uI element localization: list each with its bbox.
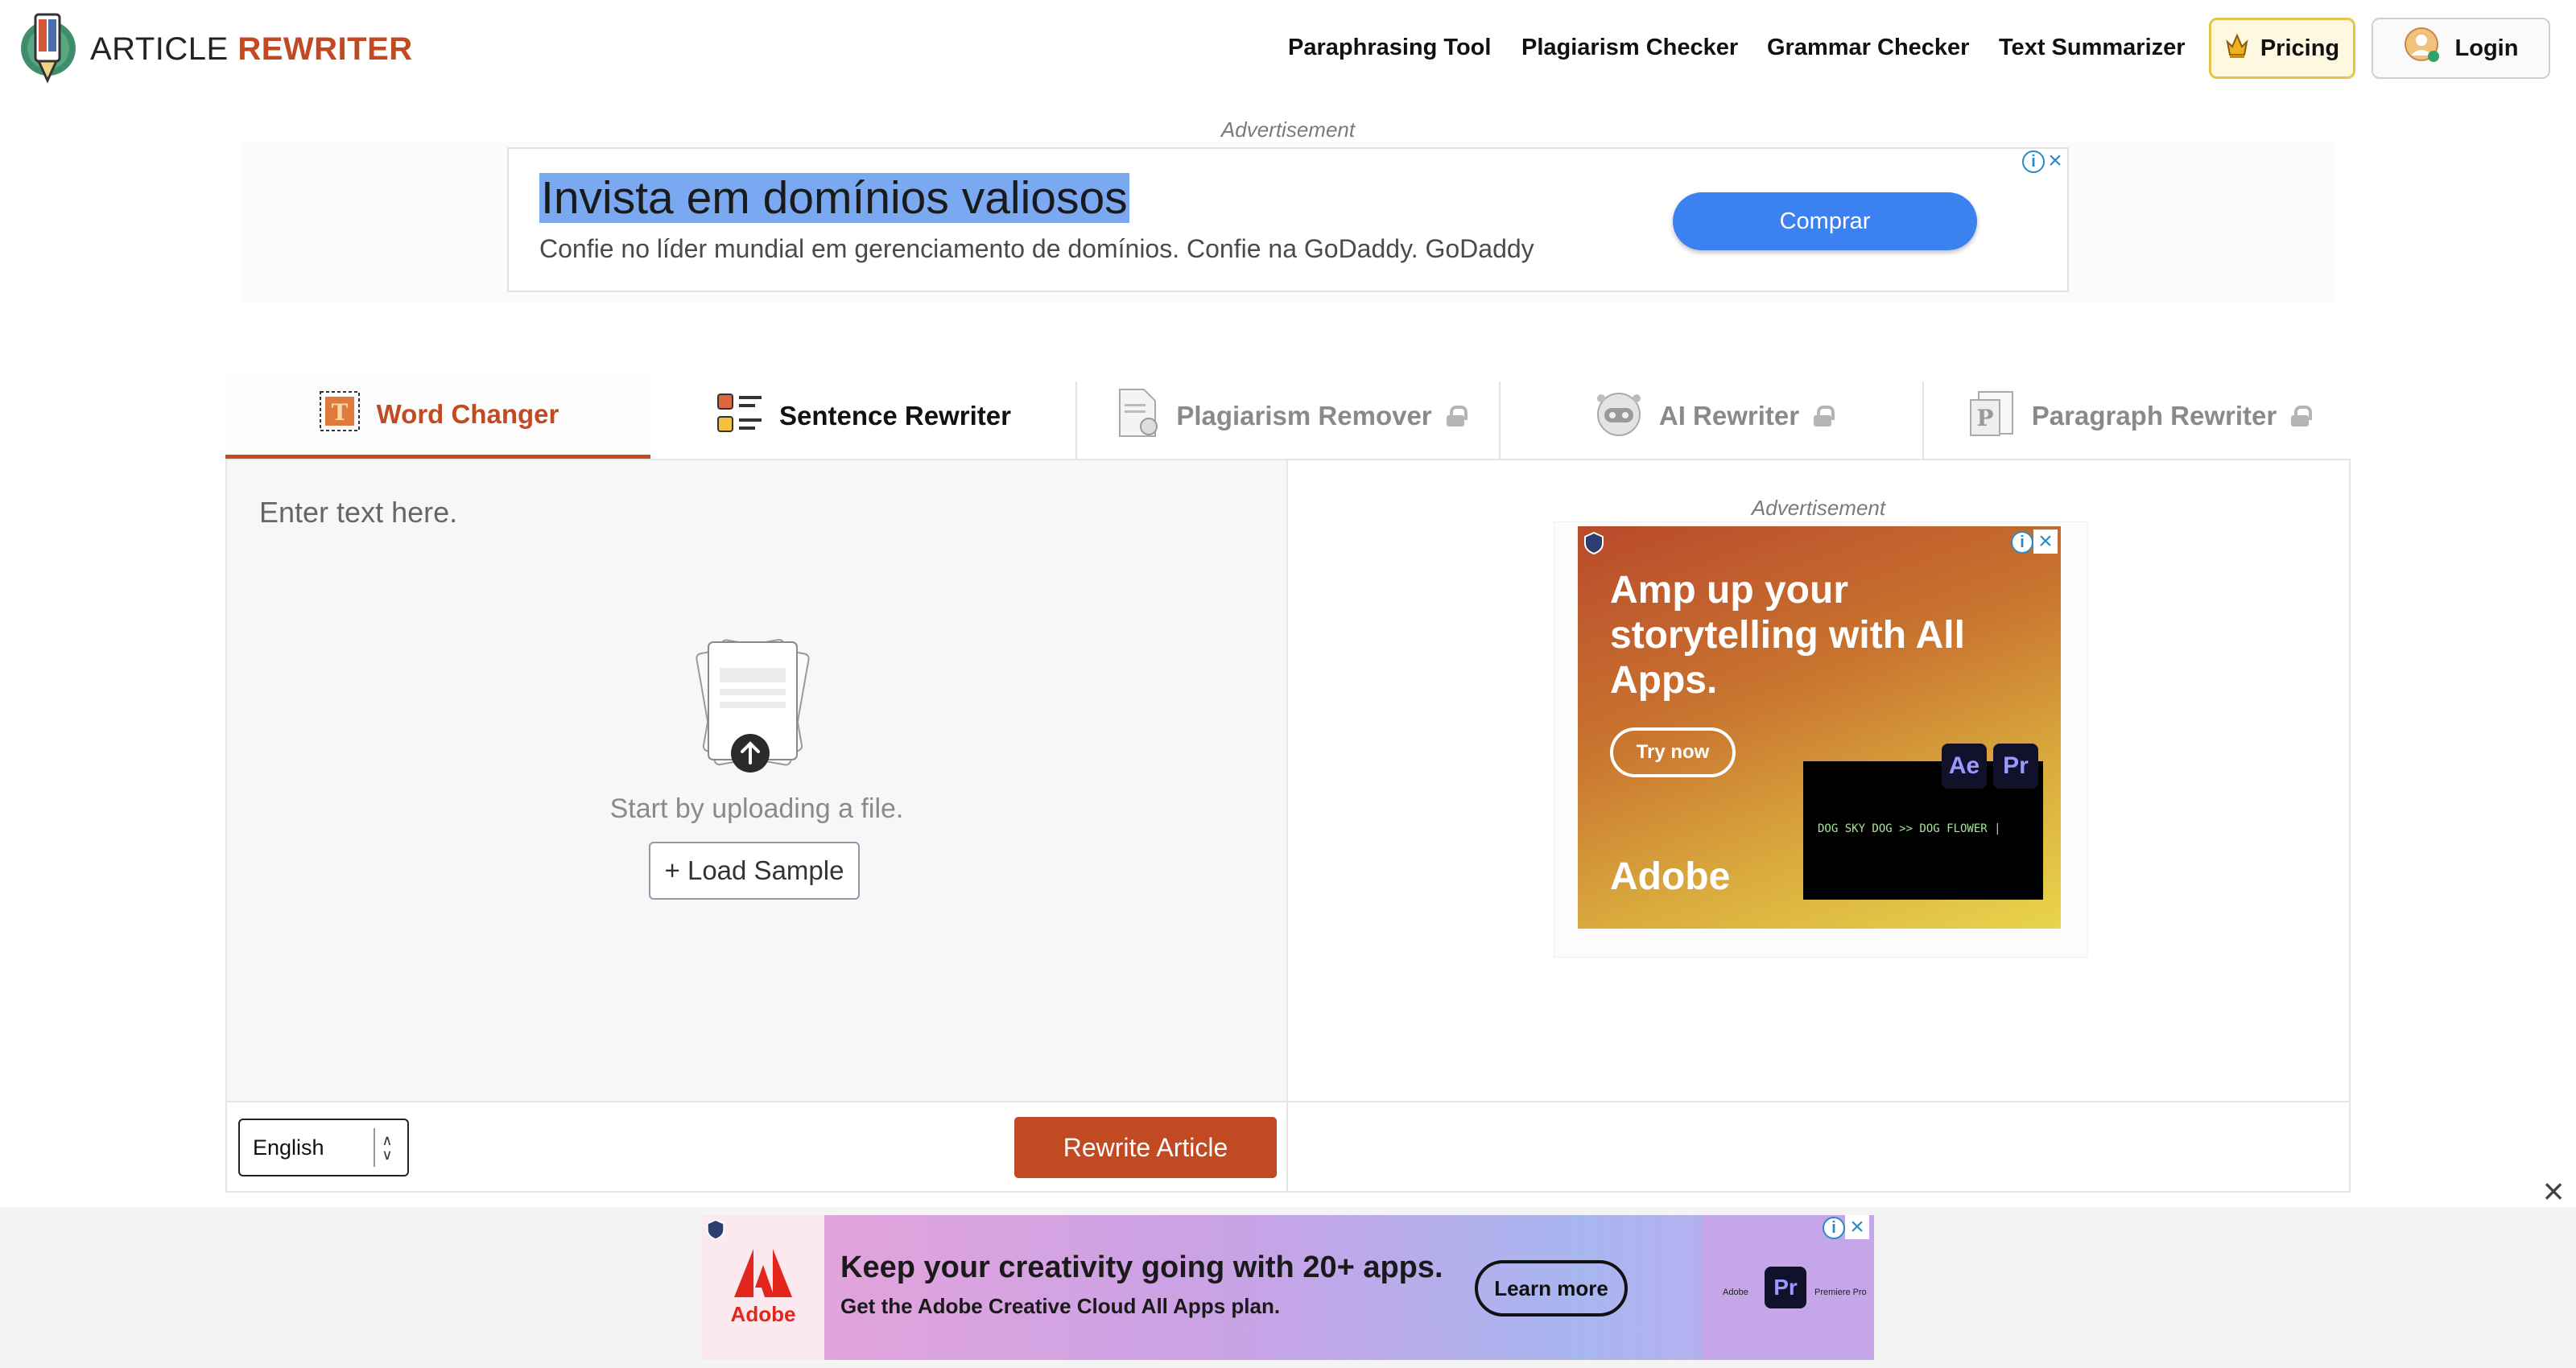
upload-files-icon[interactable] (671, 631, 832, 784)
ad-close-icon[interactable]: × (1845, 1215, 1869, 1240)
nav-plagiarism-checker[interactable]: Plagiarism Checker (1521, 33, 1738, 62)
top-ad-headline[interactable]: Invista em domínios valiosos (539, 173, 1129, 223)
shield-icon (1583, 531, 1605, 559)
rewriter-tabs: T Word Changer Sentence Rewriter Plagiar… (225, 373, 2351, 459)
bottom-banner-ad[interactable]: Adobe Keep your creativity going with 20… (702, 1215, 1874, 1360)
thumb-brand: Adobe (1723, 1288, 1748, 1297)
login-button[interactable]: Login (2372, 18, 2550, 79)
user-avatar-icon (2404, 27, 2441, 70)
premiere-pro-badge-icon: Pr (1993, 744, 2038, 789)
ad-info-icon[interactable]: i (1823, 1217, 1845, 1239)
logo-word-article: ARTICLE (90, 31, 229, 67)
upload-prompt-text: Start by uploading a file. (609, 793, 904, 824)
output-panel: Advertisement i × Amp up your storytelli… (1286, 459, 2351, 1193)
side-ad-cta-button[interactable]: Try now (1610, 727, 1736, 777)
ad-close-icon[interactable]: × (2033, 528, 2058, 554)
tab-paragraph-rewriter[interactable]: P Paragraph Rewriter (1924, 373, 2351, 459)
logo-icon[interactable] (16, 8, 80, 85)
ad-close-icon[interactable]: × (2043, 147, 2067, 174)
crown-icon (2225, 31, 2249, 66)
language-select[interactable]: English ∧ ∨ (238, 1119, 409, 1176)
nav-text-summarizer[interactable]: Text Summarizer (1999, 33, 2186, 62)
advertisement-label: Advertisement (1220, 117, 1356, 142)
rewrite-article-button[interactable]: Rewrite Article (1014, 1117, 1277, 1178)
bottom-ad-headline: Keep your creativity going with 20+ apps… (840, 1251, 1443, 1284)
select-arrows-icon: ∧ ∨ (374, 1128, 399, 1167)
side-display-ad[interactable]: i × Amp up your storytelling with All Ap… (1578, 526, 2061, 929)
lock-icon (1446, 406, 1468, 426)
word-changer-icon: T (317, 389, 362, 440)
input-editor[interactable]: Enter text here. Start by uploading a fi… (225, 459, 1288, 1193)
editor-footer: English ∧ ∨ Rewrite Article (227, 1101, 1286, 1191)
tab-plagiarism-remover[interactable]: Plagiarism Remover (1077, 373, 1501, 459)
tab-label: Plagiarism Remover (1176, 401, 1432, 431)
side-ad-headline: Amp up your storytelling with All Apps. (1610, 569, 1965, 702)
bottom-ad-close-icon[interactable]: × (2537, 1170, 2570, 1212)
lock-icon (1814, 406, 1835, 426)
tab-ai-rewriter[interactable]: AI Rewriter (1501, 373, 1924, 459)
language-value: English (253, 1135, 324, 1160)
top-banner-ad[interactable]: Invista em domínios valiosos Confie no l… (507, 147, 2069, 292)
tab-word-changer[interactable]: T Word Changer (225, 373, 650, 459)
tab-label: AI Rewriter (1658, 401, 1800, 431)
advertisement-label: Advertisement (1751, 496, 1886, 520)
top-ad-cta-button[interactable]: Comprar (1673, 192, 1977, 250)
thumb-app-name: Premiere Pro (1814, 1288, 1867, 1297)
after-effects-badge-icon: Ae (1942, 744, 1987, 789)
svg-text:T: T (331, 399, 348, 426)
lock-icon (2291, 406, 2313, 426)
svg-text:P: P (1976, 405, 1993, 431)
bottom-ad-subtext: Get the Adobe Creative Cloud All Apps pl… (840, 1294, 1281, 1318)
premiere-pro-badge-icon: Pr (1765, 1267, 1806, 1308)
adobe-a-icon (734, 1248, 792, 1297)
pricing-button[interactable]: Pricing (2209, 18, 2355, 79)
login-label: Login (2454, 35, 2519, 61)
logo-word-rewriter: REWRITER (237, 31, 413, 67)
robot-icon (1593, 387, 1645, 445)
top-ad-subtext: Confie no líder mundial em gerenciamento… (539, 234, 1534, 263)
ad-info-icon[interactable]: i (2022, 150, 2045, 173)
ad-info-icon[interactable]: i (2011, 531, 2033, 554)
nav-grammar-checker[interactable]: Grammar Checker (1767, 33, 1969, 62)
load-sample-button[interactable]: + Load Sample (649, 842, 860, 900)
logo-text[interactable]: ARTICLE REWRITER (90, 31, 413, 68)
adobe-logo-text: Adobe (1610, 855, 1731, 898)
tab-label: Word Changer (376, 398, 559, 429)
pricing-label: Pricing (2260, 35, 2340, 61)
document-icon (1113, 386, 1162, 446)
editor-placeholder[interactable]: Enter text here. (259, 496, 457, 529)
nav-paraphrasing-tool[interactable]: Paraphrasing Tool (1288, 33, 1491, 62)
sentence-list-icon (715, 388, 765, 444)
tab-label: Sentence Rewriter (779, 401, 1011, 431)
paragraph-icon: P (1966, 387, 2017, 445)
adobe-logo-label: Adobe (730, 1301, 796, 1326)
tab-sentence-rewriter[interactable]: Sentence Rewriter (650, 373, 1075, 459)
video-caption: DOG SKY DOG >> DOG FLOWER | (1818, 822, 2001, 835)
shield-icon (705, 1218, 726, 1245)
tab-label: Paragraph Rewriter (2031, 401, 2277, 431)
output-footer (1288, 1101, 2349, 1191)
bottom-ad-cta-button[interactable]: Learn more (1475, 1260, 1628, 1316)
